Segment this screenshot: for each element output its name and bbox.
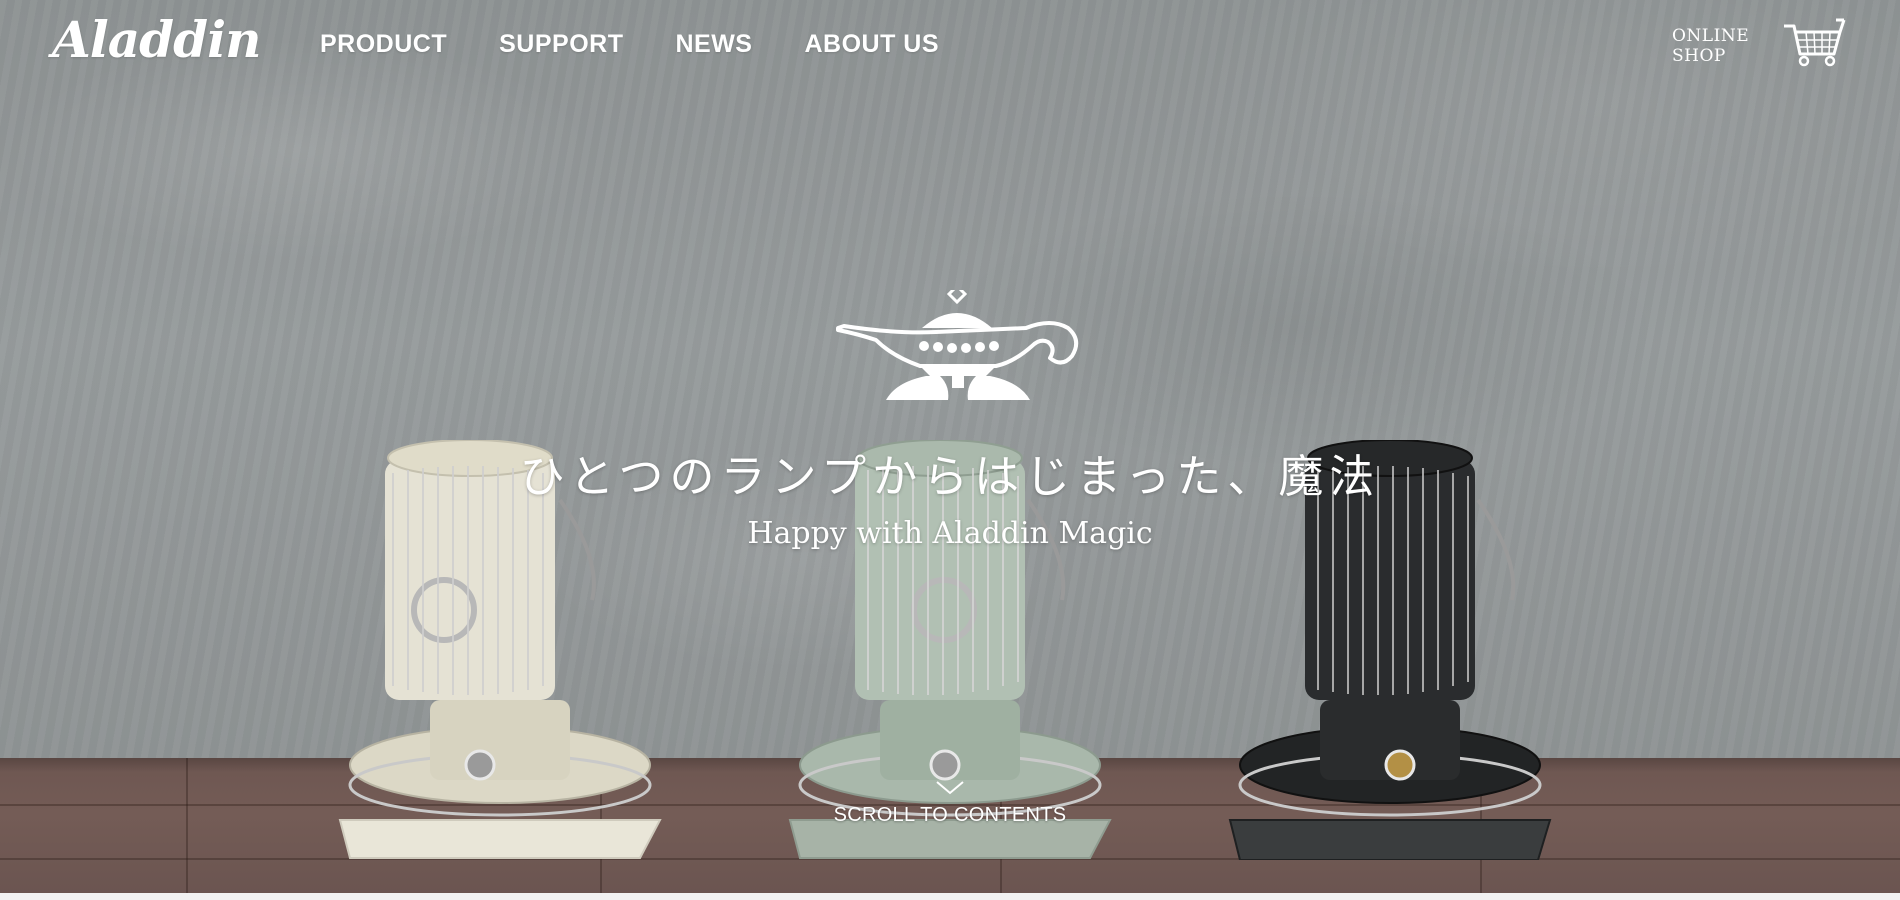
scroll-to-contents-label: SCROLL TO CONTENTS — [833, 804, 1067, 826]
main-nav: PRODUCT SUPPORT NEWS ABOUT US — [320, 30, 991, 59]
nav-item-support[interactable]: SUPPORT — [499, 30, 623, 59]
nav-item-about-us[interactable]: ABOUT US — [804, 30, 939, 59]
online-shop-link[interactable]: ONLINE SHOP — [1672, 26, 1764, 66]
chevron-down-icon — [936, 781, 964, 795]
page-bottom-edge — [0, 893, 1900, 900]
nav-item-news[interactable]: NEWS — [675, 30, 752, 59]
aladdin-lamp-icon — [836, 290, 1079, 400]
online-shop-label-line1: ONLINE — [1672, 26, 1750, 46]
shopping-cart-icon[interactable] — [1780, 18, 1848, 68]
aladdin-logo[interactable]: Aladdin — [52, 10, 261, 69]
nav-item-product[interactable]: PRODUCT — [320, 30, 447, 59]
online-shop-label-line2: SHOP — [1672, 46, 1726, 66]
scroll-to-contents-button[interactable]: SCROLL TO CONTENTS — [800, 780, 1100, 827]
site-header: Aladdin PRODUCT SUPPORT NEWS ABOUT US ON… — [0, 0, 1900, 96]
hero-tagline-english: Happy with Aladdin Magic — [747, 516, 1153, 551]
hero-tagline-japanese: ひとつのランプからはじまった、魔法 — [519, 450, 1381, 503]
